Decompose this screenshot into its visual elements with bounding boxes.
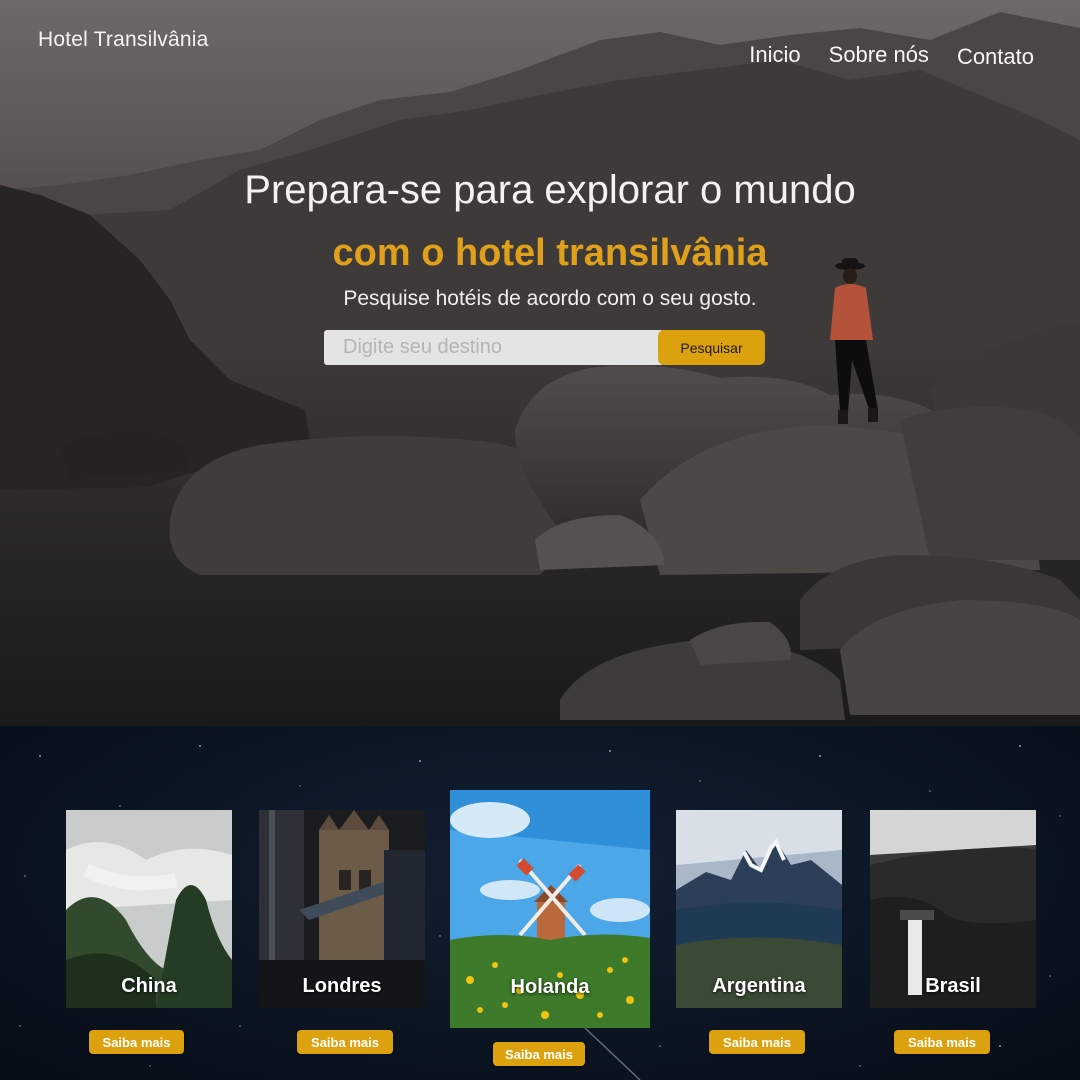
saiba-mais-button-brasil[interactable]: Saiba mais [894,1030,990,1054]
hero-headline: Prepara-se para explorar o mundo [244,168,856,212]
saiba-mais-button-china[interactable]: Saiba mais [89,1030,184,1054]
destination-name: Londres [302,975,382,997]
hero-subhead: com o hotel transilvânia [332,232,768,274]
destination-card-argentina[interactable]: Argentina [676,810,842,1008]
brand-logo[interactable]: Hotel Transilvânia [38,28,209,52]
main-nav: Inicio Sobre nós Contato [749,42,1034,70]
hero-section: Hotel Transilvânia Inicio Sobre nós Cont… [0,0,1080,726]
destination-name: Holanda [510,976,590,998]
search-bar: Pesquisar [324,330,765,365]
destination-name: China [121,975,177,997]
destination-card-china[interactable]: China [66,810,232,1008]
destination-name: Brasil [925,975,981,997]
hero-tagline: Pesquise hotéis de acordo com o seu gost… [343,287,757,310]
saiba-mais-button-argentina[interactable]: Saiba mais [709,1030,805,1054]
destination-search-input[interactable] [324,330,662,365]
destinations-section: China Saiba mais Londres Saiba mais Hola… [0,726,1080,1080]
nav-link-sobre-nos[interactable]: Sobre nós [829,42,929,70]
destination-card-holanda[interactable]: Holanda [450,790,650,1028]
destination-name: Argentina [712,975,806,997]
saiba-mais-button-londres[interactable]: Saiba mais [297,1030,393,1054]
search-button[interactable]: Pesquisar [658,330,765,365]
destination-card-brasil[interactable]: Brasil [870,810,1036,1008]
nav-link-contato[interactable]: Contato [957,44,1034,70]
destination-card-londres[interactable]: Londres [259,810,425,1008]
nav-link-inicio[interactable]: Inicio [749,42,800,70]
saiba-mais-button-holanda[interactable]: Saiba mais [493,1042,585,1066]
